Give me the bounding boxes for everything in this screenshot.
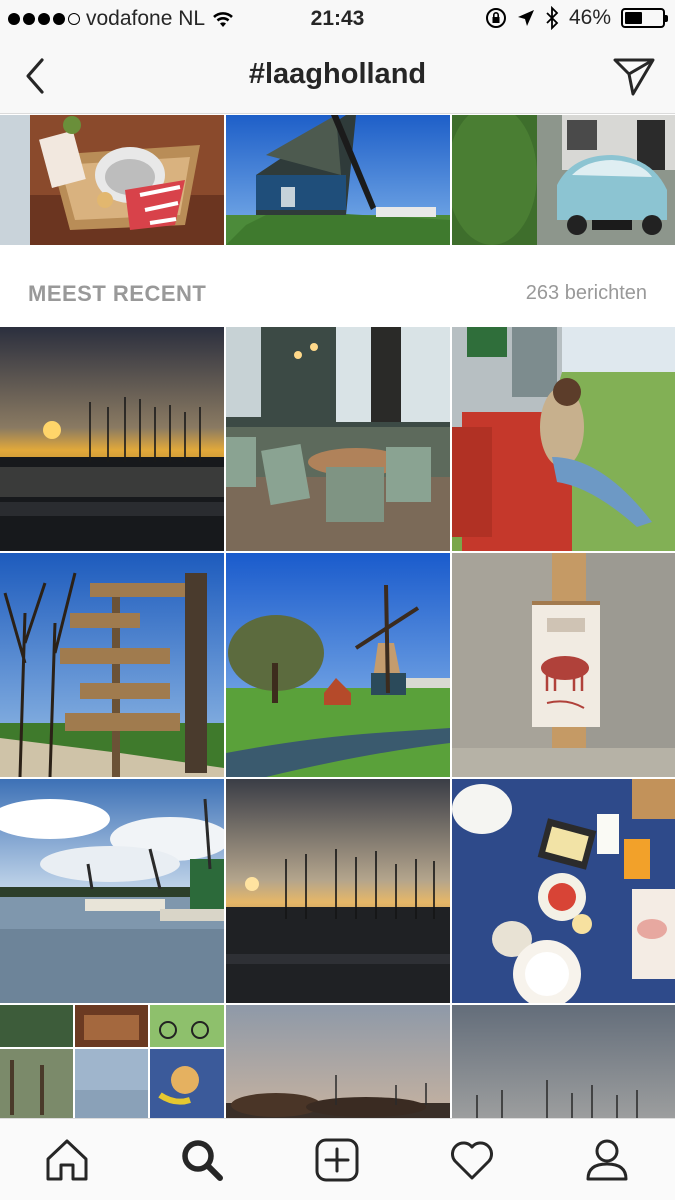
post-fresh-milk-poster[interactable]: [452, 553, 675, 777]
status-right: 46%: [485, 6, 668, 30]
navigation-header: #laagholland: [0, 38, 675, 114]
post-count: 263 berichten: [525, 282, 647, 304]
section-header-recent: MEEST RECENT 263 berichten: [0, 245, 675, 327]
top-post-blue-citroen[interactable]: [452, 115, 675, 245]
search-icon: [182, 1140, 223, 1181]
battery-icon: [621, 8, 668, 28]
post-cafe-interior[interactable]: [226, 327, 450, 551]
bluetooth-icon: [546, 6, 559, 30]
rotation-lock-icon: [485, 8, 506, 28]
tab-activity[interactable]: [447, 1135, 497, 1185]
paper-plane-icon: [613, 58, 655, 96]
post-signpost-trees[interactable]: [0, 553, 224, 777]
post-windmill-meadow[interactable]: [226, 553, 450, 777]
recent-posts-grid: [0, 327, 675, 1200]
home-icon: [46, 1139, 88, 1181]
location-arrow-icon: [517, 10, 534, 26]
post-woman-red-bench[interactable]: [452, 327, 675, 551]
post-breakfast-table[interactable]: [452, 779, 675, 1003]
add-post-icon: [315, 1138, 359, 1182]
post-harbor-dusk[interactable]: [226, 779, 450, 1003]
post-harbor-sunset[interactable]: [0, 327, 224, 551]
top-post-bread-basket[interactable]: [0, 115, 224, 245]
battery-fill: [625, 12, 642, 24]
top-post-windmill[interactable]: [226, 115, 450, 245]
tab-add-post[interactable]: [312, 1135, 362, 1185]
heart-icon: [451, 1141, 493, 1180]
section-title: MEEST RECENT: [28, 281, 207, 306]
status-bar: vodafone NL 21:43 46%: [0, 0, 675, 38]
tab-profile[interactable]: [582, 1135, 632, 1185]
page-title: #laagholland: [248, 58, 427, 90]
tab-home[interactable]: [42, 1135, 92, 1185]
top-posts-grid: [0, 115, 675, 245]
direct-message-button[interactable]: [611, 52, 657, 98]
post-zaanse-schans-windmills[interactable]: [0, 779, 224, 1003]
tab-search[interactable]: [177, 1135, 227, 1185]
profile-icon: [586, 1139, 628, 1181]
bottom-tab-bar: [0, 1118, 675, 1200]
battery-percent: 46%: [568, 6, 611, 29]
